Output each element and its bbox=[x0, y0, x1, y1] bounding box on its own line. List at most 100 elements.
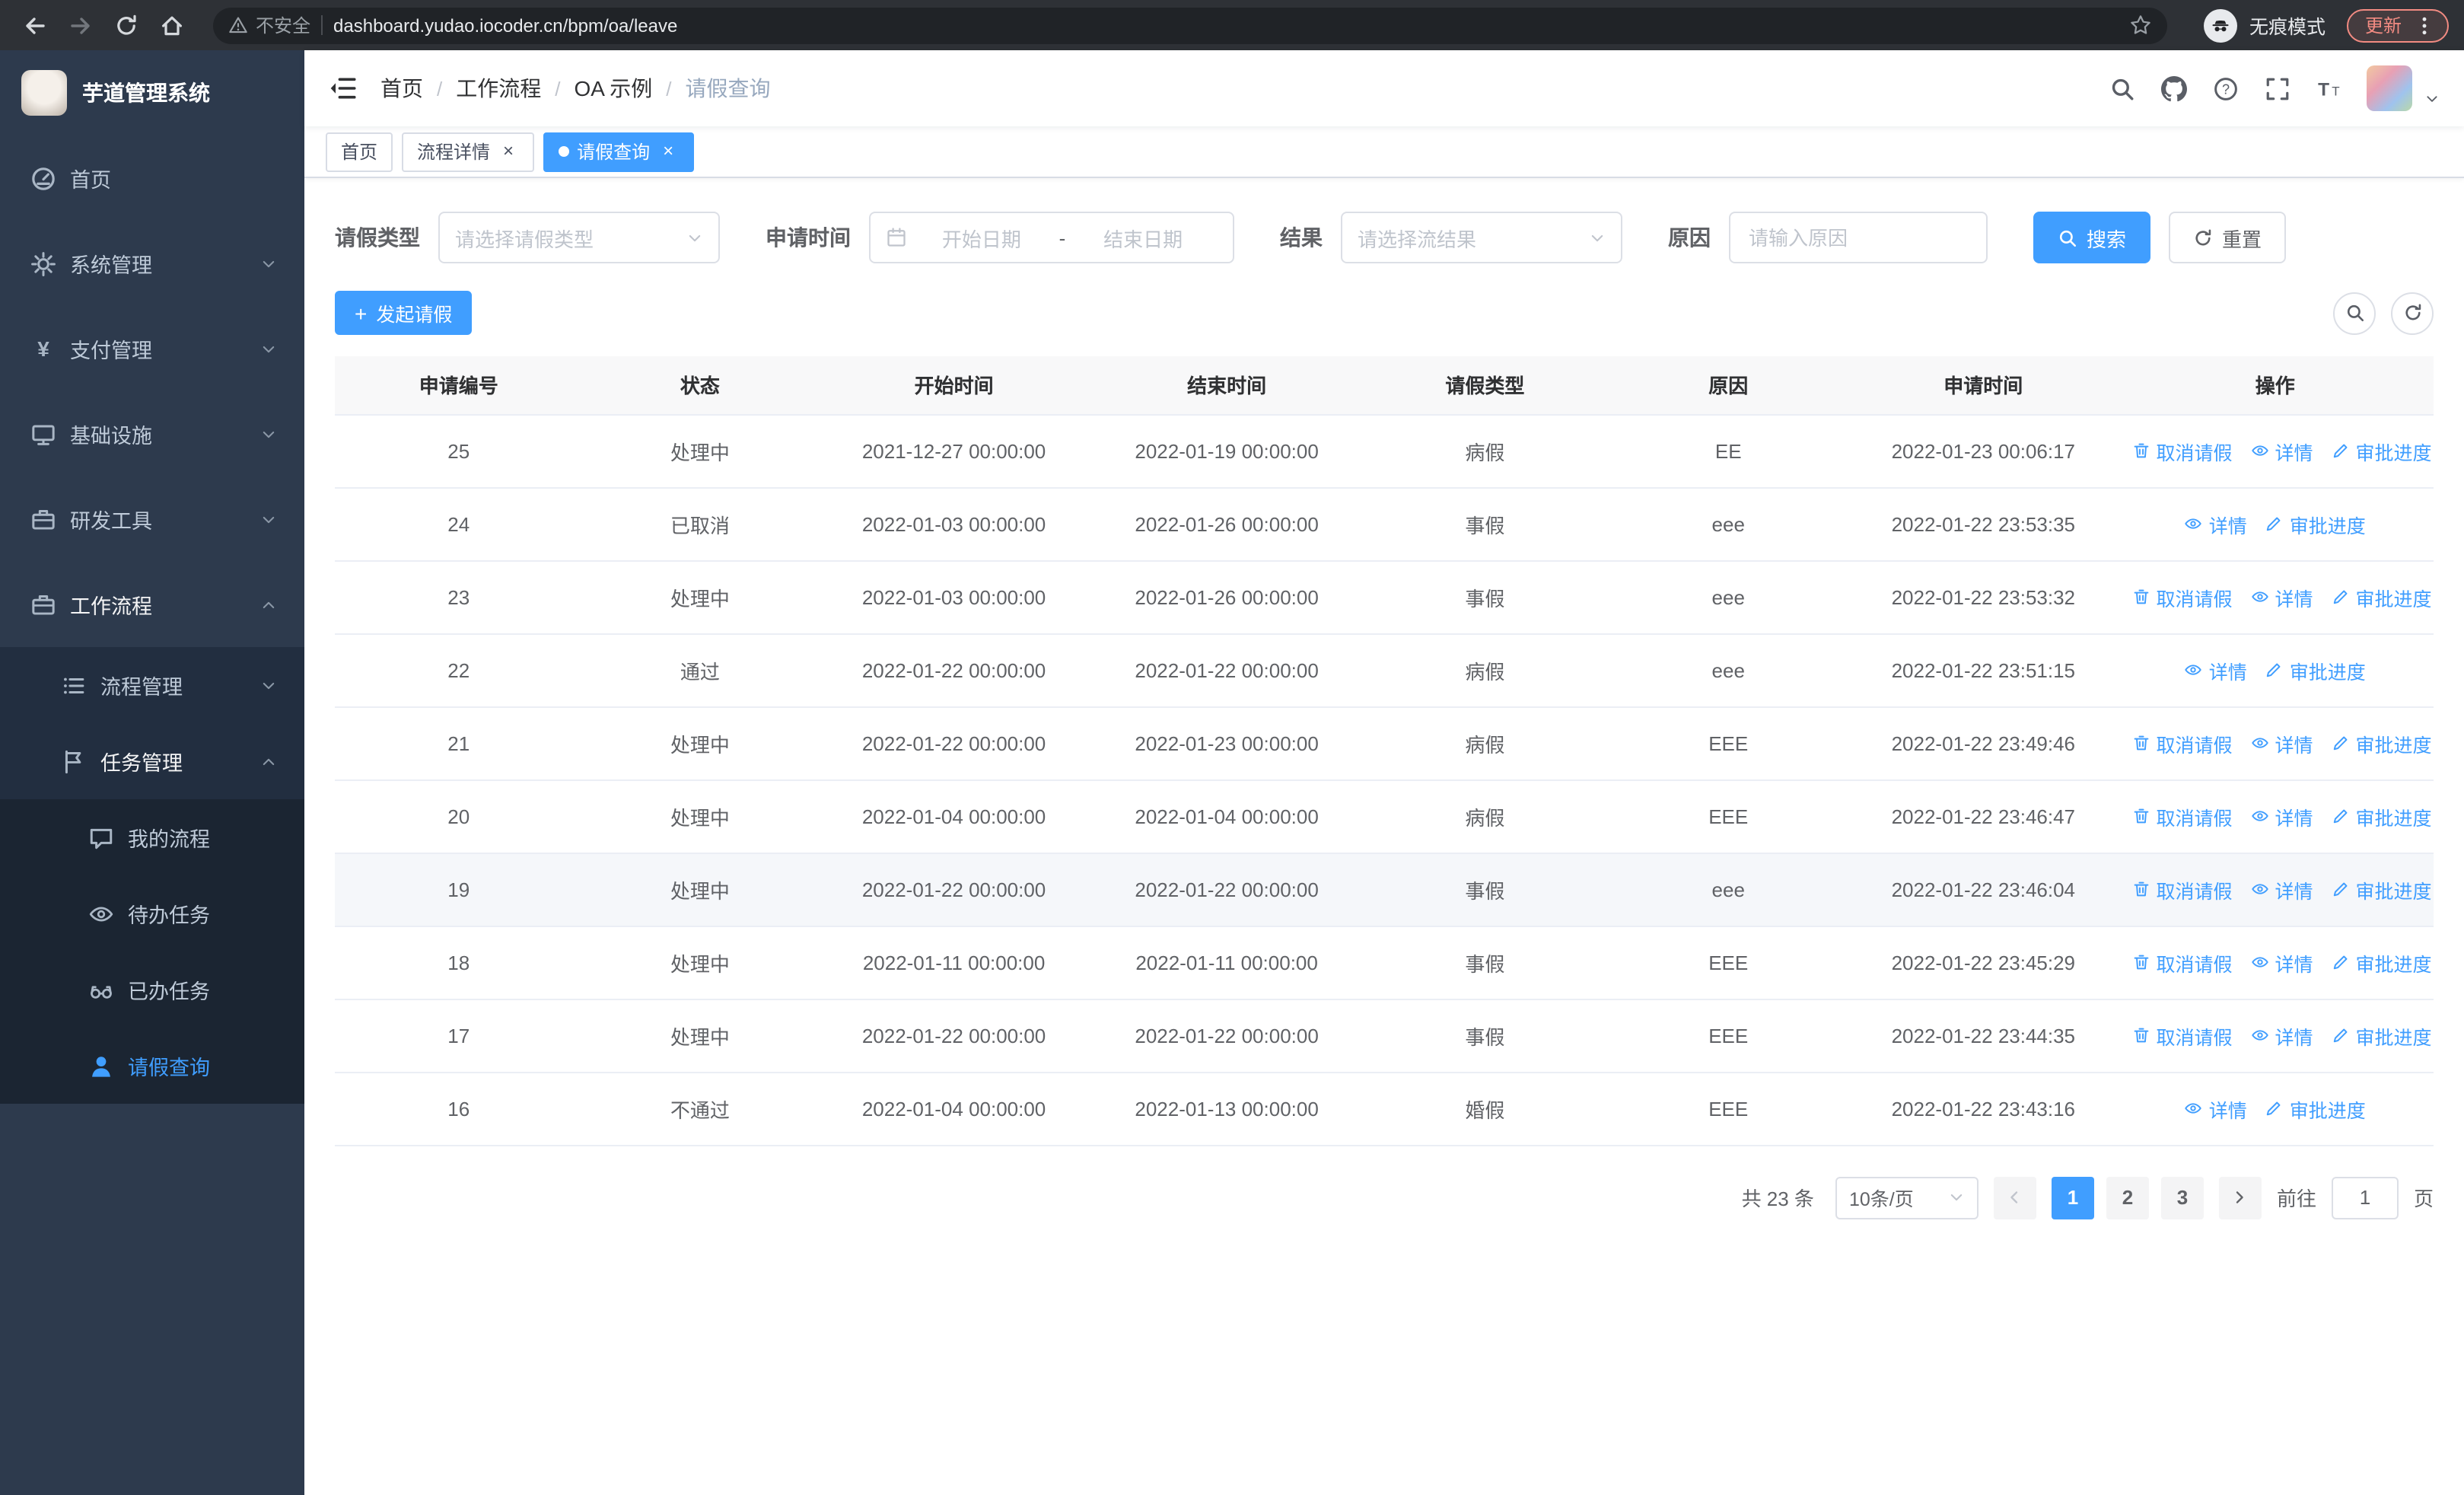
bookmark-star-icon[interactable] bbox=[2129, 14, 2152, 37]
table-cell: 2022-01-04 00:00:00 bbox=[817, 779, 1090, 853]
sidebar-item-label: 请假查询 bbox=[128, 1057, 210, 1079]
action-approval-progress[interactable]: 审批进度 bbox=[2265, 1094, 2366, 1123]
sidebar-toggle-icon[interactable] bbox=[329, 75, 356, 102]
github-icon[interactable] bbox=[2161, 75, 2187, 101]
action-detail[interactable]: 详情 bbox=[2250, 728, 2313, 757]
reset-button[interactable]: 重置 bbox=[2169, 212, 2287, 263]
action-approval-progress[interactable]: 审批进度 bbox=[2332, 948, 2432, 977]
forward-icon[interactable] bbox=[61, 5, 100, 45]
action-approval-progress[interactable]: 审批进度 bbox=[2332, 875, 2432, 904]
sidebar-item-infrastructure[interactable]: 基础设施 bbox=[0, 391, 304, 477]
action-approval-progress[interactable]: 审批进度 bbox=[2332, 728, 2432, 757]
tab-item[interactable]: 流程详情 × bbox=[402, 132, 535, 171]
action-detail[interactable]: 详情 bbox=[2250, 436, 2313, 465]
next-page-button[interactable] bbox=[2218, 1176, 2262, 1219]
action-cancel-leave[interactable]: 取消请假 bbox=[2131, 1021, 2232, 1050]
refresh-table-button[interactable] bbox=[2391, 292, 2434, 334]
action-cancel-leave[interactable]: 取消请假 bbox=[2131, 802, 2232, 830]
action-cancel-leave[interactable]: 取消请假 bbox=[2131, 728, 2232, 757]
user-avatar[interactable] bbox=[2367, 65, 2412, 111]
url-text[interactable]: dashboard.yudao.iocoder.cn/bpm/oa/leave bbox=[333, 14, 677, 36]
reason-input[interactable] bbox=[1729, 212, 1988, 263]
browser-menu-icon[interactable] bbox=[2414, 14, 2435, 36]
reload-icon[interactable] bbox=[107, 5, 146, 45]
security-indicator[interactable]: 不安全 bbox=[228, 12, 310, 38]
back-icon[interactable] bbox=[15, 5, 55, 45]
trash-icon bbox=[2131, 734, 2150, 752]
sidebar-item-task-mgmt[interactable]: 任务管理 bbox=[0, 723, 304, 799]
fullscreen-icon[interactable] bbox=[2265, 75, 2291, 101]
search-toggle-button[interactable] bbox=[2333, 292, 2376, 334]
sidebar-item-home[interactable]: 首页 bbox=[0, 135, 304, 221]
table-header-row: 申请编号 状态 开始时间 结束时间 请假类型 原因 申请时间 操作 bbox=[335, 356, 2434, 415]
tab-item[interactable]: 请假查询 × bbox=[543, 132, 695, 171]
close-icon[interactable]: × bbox=[498, 140, 519, 162]
breadcrumb: 首页 / 工作流程 / OA 示例 / 请假查询 bbox=[380, 73, 2109, 104]
action-detail[interactable]: 详情 bbox=[2185, 655, 2247, 684]
sidebar-item-label: 研发工具 bbox=[70, 510, 152, 533]
end-date-placeholder[interactable]: 结束日期 bbox=[1068, 223, 1218, 252]
close-icon[interactable]: × bbox=[657, 140, 679, 162]
address-bar[interactable]: 不安全 dashboard.yudao.iocoder.cn/bpm/oa/le… bbox=[213, 7, 2167, 43]
action-approval-progress[interactable]: 审批进度 bbox=[2332, 582, 2432, 611]
breadcrumb-item[interactable]: 工作流程 bbox=[456, 73, 541, 104]
action-detail[interactable]: 详情 bbox=[2250, 802, 2313, 830]
search-icon[interactable] bbox=[2109, 75, 2135, 101]
tab-item[interactable]: 首页 bbox=[326, 132, 393, 171]
sidebar-item-leave-query[interactable]: 请假查询 bbox=[0, 1028, 304, 1104]
logo[interactable]: 芋道管理系统 bbox=[0, 50, 304, 135]
page-size-select[interactable]: 10条/页 bbox=[1835, 1176, 1979, 1219]
action-detail[interactable]: 详情 bbox=[2250, 1021, 2313, 1050]
action-detail[interactable]: 详情 bbox=[2185, 509, 2247, 538]
action-detail[interactable]: 详情 bbox=[2185, 1094, 2247, 1123]
table-cell: eee bbox=[1606, 560, 1851, 634]
action-approval-progress[interactable]: 审批进度 bbox=[2332, 436, 2432, 465]
chevron-down-icon[interactable] bbox=[2424, 91, 2440, 107]
sidebar-item-done-tasks[interactable]: 已办任务 bbox=[0, 952, 304, 1028]
spy-icon bbox=[2210, 14, 2231, 36]
action-approval-progress[interactable]: 审批进度 bbox=[2332, 1021, 2432, 1050]
action-detail[interactable]: 详情 bbox=[2250, 582, 2313, 611]
result-select[interactable]: 请选择流结果 bbox=[1341, 212, 1622, 263]
action-cancel-leave[interactable]: 取消请假 bbox=[2131, 436, 2232, 465]
action-cancel-leave[interactable]: 取消请假 bbox=[2131, 875, 2232, 904]
table-cell: EEE bbox=[1606, 1072, 1851, 1146]
action-approval-progress[interactable]: 审批进度 bbox=[2332, 802, 2432, 830]
plus-icon: + bbox=[355, 301, 368, 325]
table-cell: 2022-01-22 00:00:00 bbox=[817, 999, 1090, 1073]
action-cancel-leave[interactable]: 取消请假 bbox=[2131, 582, 2232, 611]
sidebar-item-todo-tasks[interactable]: 待办任务 bbox=[0, 875, 304, 952]
action-detail[interactable]: 详情 bbox=[2250, 948, 2313, 977]
action-label: 详情 bbox=[2275, 1027, 2313, 1048]
home-icon[interactable] bbox=[152, 5, 192, 45]
action-approval-progress[interactable]: 审批进度 bbox=[2265, 509, 2366, 538]
apply-time-range-picker[interactable]: 开始日期 - 结束日期 bbox=[869, 212, 1234, 263]
search-button[interactable]: 搜索 bbox=[2033, 212, 2151, 263]
action-cancel-leave[interactable]: 取消请假 bbox=[2131, 948, 2232, 977]
start-date-placeholder[interactable]: 开始日期 bbox=[907, 223, 1056, 252]
goto-page-input[interactable] bbox=[2331, 1176, 2399, 1219]
sidebar-item-dev-tools[interactable]: 研发工具 bbox=[0, 477, 304, 562]
tab-label: 首页 bbox=[341, 142, 378, 163]
edit-icon bbox=[2332, 588, 2350, 606]
question-icon[interactable]: ? bbox=[2213, 75, 2239, 101]
table-body: 25 处理中 2021-12-27 00:00:00 2022-01-19 00:00… bbox=[335, 414, 2434, 1146]
breadcrumb-item[interactable]: OA 示例 bbox=[575, 73, 653, 104]
action-detail[interactable]: 详情 bbox=[2250, 875, 2313, 904]
breadcrumb-item[interactable]: 首页 bbox=[380, 73, 423, 104]
page-button-3[interactable]: 3 bbox=[2160, 1176, 2204, 1219]
create-leave-button[interactable]: + 发起请假 bbox=[335, 291, 473, 335]
prev-page-button[interactable] bbox=[1993, 1176, 2036, 1219]
page-button-2[interactable]: 2 bbox=[2106, 1176, 2149, 1219]
sidebar-item-system[interactable]: 系统管理 bbox=[0, 221, 304, 306]
font-size-icon[interactable]: TT bbox=[2316, 75, 2342, 101]
page-button-1[interactable]: 1 bbox=[2051, 1176, 2094, 1219]
sidebar-item-workflow[interactable]: 工作流程 bbox=[0, 562, 304, 647]
sidebar-item-process-mgmt[interactable]: 流程管理 bbox=[0, 647, 304, 723]
action-approval-progress[interactable]: 审批进度 bbox=[2265, 655, 2366, 684]
sidebar-item-my-process[interactable]: 我的流程 bbox=[0, 799, 304, 875]
leave-type-select[interactable]: 请选择请假类型 bbox=[438, 212, 720, 263]
update-button[interactable]: 更新 bbox=[2346, 8, 2449, 42]
sidebar-item-payment[interactable]: ¥ 支付管理 bbox=[0, 306, 304, 391]
table-cell: 处理中 bbox=[582, 999, 818, 1073]
